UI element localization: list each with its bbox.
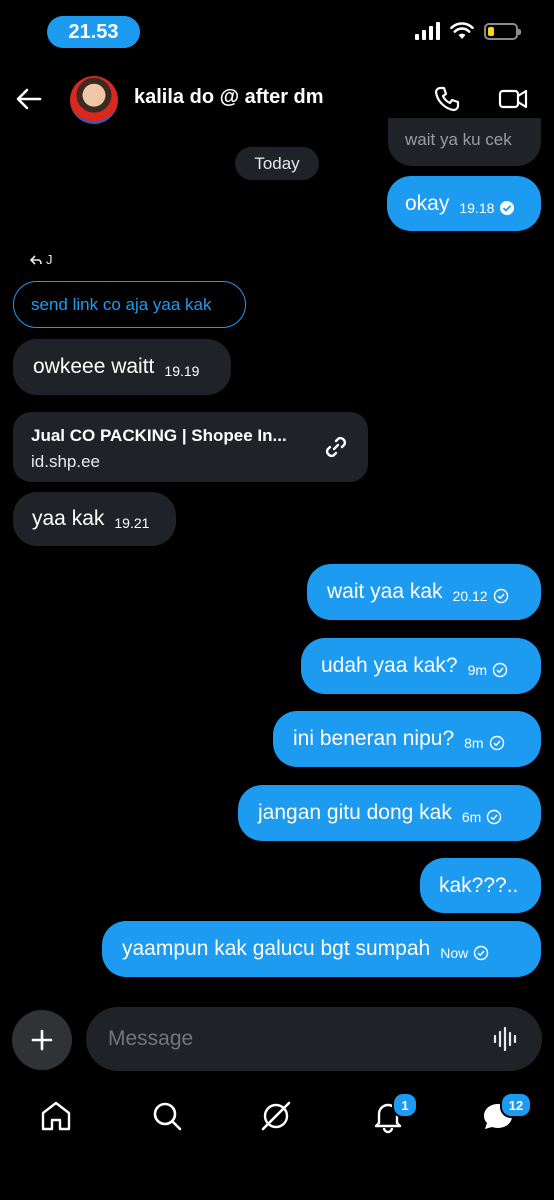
- read-check-icon: [489, 735, 504, 751]
- date-divider: Today: [235, 147, 319, 180]
- read-check-icon: [492, 662, 508, 678]
- link-title: Jual CO PACKING | Shopee In...: [31, 426, 287, 445]
- message-time: 20.12: [452, 588, 488, 604]
- reply-arrow-icon: [30, 254, 42, 265]
- link-url: id.shp.ee: [31, 452, 100, 471]
- back-arrow-icon[interactable]: [14, 84, 44, 114]
- read-check-icon: [487, 809, 502, 825]
- home-icon[interactable]: [38, 1098, 74, 1134]
- search-icon[interactable]: [149, 1098, 185, 1134]
- message-time: 8m: [464, 735, 484, 751]
- partial-message[interactable]: wait ya ku cek: [388, 118, 541, 166]
- message-outgoing[interactable]: ini beneran nipu? 8m: [273, 711, 541, 767]
- wifi-icon: [450, 22, 474, 39]
- reply-quote[interactable]: send link co aja yaa kak: [13, 281, 246, 328]
- message-input[interactable]: Message: [86, 1007, 542, 1071]
- signal-icon: [415, 22, 440, 40]
- phone-call-icon[interactable]: [432, 84, 462, 114]
- message-time: 19.19: [164, 363, 200, 379]
- grok-icon[interactable]: [258, 1098, 294, 1134]
- notifications-badge: 1: [392, 1092, 418, 1118]
- voice-message-icon[interactable]: [492, 1025, 520, 1053]
- message-time: 19.18: [459, 199, 495, 216]
- sent-check-icon: [500, 200, 515, 215]
- message-incoming[interactable]: yaa kak 19.21: [13, 492, 176, 546]
- contact-avatar[interactable]: [70, 76, 118, 124]
- link-preview-card[interactable]: Jual CO PACKING | Shopee In... id.shp.ee: [13, 412, 368, 482]
- message-time: 9m: [467, 662, 488, 678]
- status-time: 21.53: [47, 16, 140, 48]
- messages-tab[interactable]: 12: [480, 1092, 532, 1134]
- message-outgoing[interactable]: udah yaa kak? 9m: [301, 638, 541, 694]
- notifications-tab[interactable]: 1: [370, 1092, 418, 1134]
- message-time: 6m: [461, 809, 482, 825]
- message-outgoing[interactable]: jangan gitu dong kak 6m: [238, 785, 541, 841]
- battery-icon: [484, 22, 521, 40]
- message-outgoing[interactable]: okay 19.18: [387, 176, 541, 231]
- add-attachment-button[interactable]: [12, 1010, 72, 1070]
- reply-indicator: J: [30, 252, 53, 267]
- message-incoming[interactable]: owkeee waitt 19.19: [13, 339, 231, 395]
- message-outgoing[interactable]: kak???..: [420, 858, 541, 913]
- message-outgoing[interactable]: wait yaa kak 20.12: [307, 564, 541, 620]
- link-icon: [325, 436, 347, 458]
- message-outgoing[interactable]: yaampun kak galucu bgt sumpah Now: [102, 921, 541, 977]
- message-time: 19.21: [114, 515, 150, 531]
- read-check-icon: [493, 588, 508, 604]
- plus-icon: [31, 1029, 53, 1051]
- messages-badge: 12: [500, 1092, 532, 1118]
- status-icons: [415, 22, 521, 40]
- read-check-icon: [474, 945, 489, 961]
- video-call-icon[interactable]: [498, 84, 528, 114]
- message-placeholder: Message: [108, 1027, 194, 1050]
- contact-name[interactable]: kalila do @ after dm: [134, 86, 324, 109]
- message-time: Now: [440, 945, 469, 961]
